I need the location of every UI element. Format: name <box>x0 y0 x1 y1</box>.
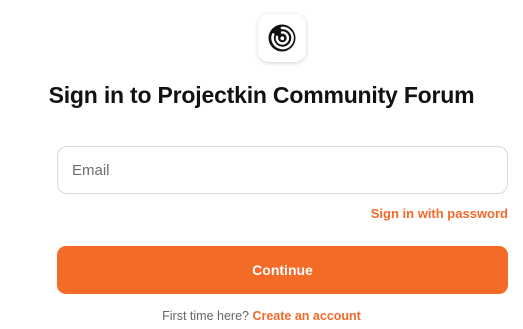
sign-in-page: Sign in to Projectkin Community Forum Si… <box>0 0 523 329</box>
page-title: Sign in to Projectkin Community Forum <box>48 82 475 108</box>
signup-prompt-text: First time here? <box>162 309 249 323</box>
sign-in-with-password-link[interactable]: Sign in with password <box>371 206 508 221</box>
spiral-logo-icon <box>258 14 306 62</box>
email-field[interactable] <box>57 146 508 194</box>
create-account-link[interactable]: Create an account <box>252 309 360 323</box>
signup-prompt: First time here? Create an account <box>0 309 523 323</box>
continue-button[interactable]: Continue <box>57 246 508 294</box>
